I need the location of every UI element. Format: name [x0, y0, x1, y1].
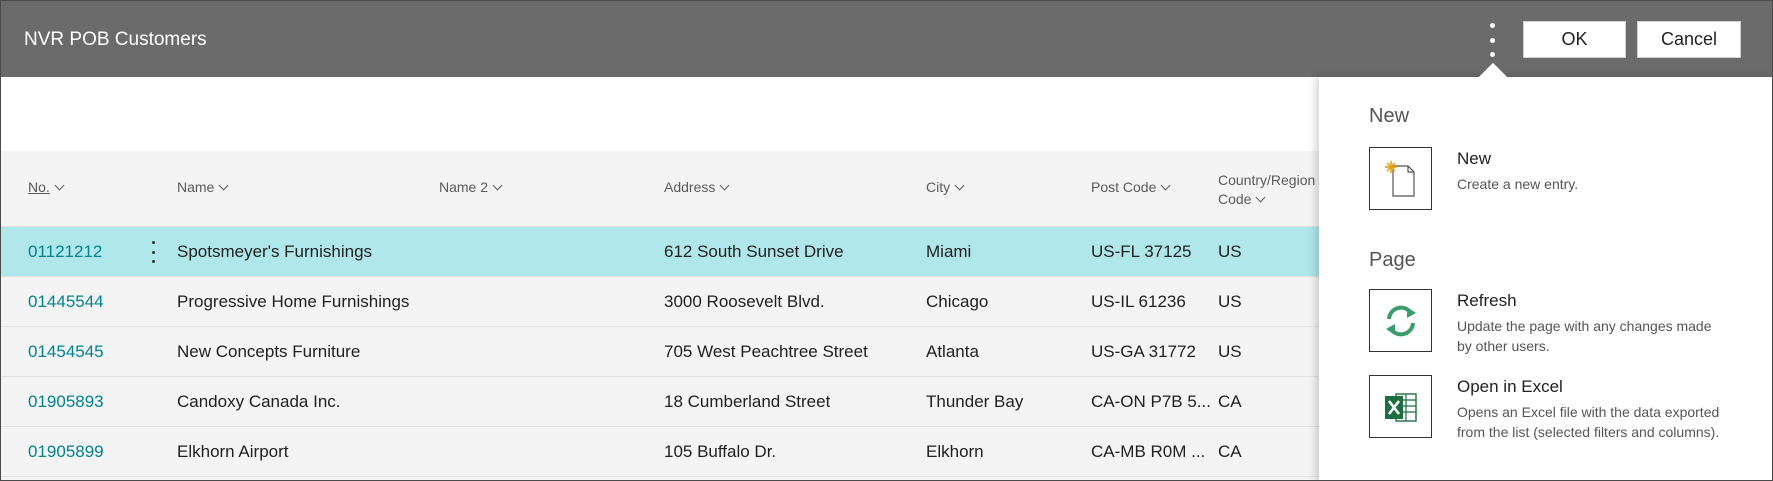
chevron-down-icon: [218, 180, 229, 190]
refresh-action[interactable]: Refresh Update the page with any changes…: [1369, 289, 1759, 354]
excel-icon: [1369, 375, 1432, 438]
customer-name: Elkhorn Airport: [177, 441, 289, 461]
customer-list: No. Name Name 2 Address City Post Code C…: [1, 151, 1321, 480]
customer-city: Atlanta: [926, 341, 979, 361]
actions-panel: New New Create a new entry. Page Refresh…: [1319, 77, 1772, 480]
column-header-label: Name 2: [439, 179, 489, 195]
column-header-label: City: [926, 179, 951, 195]
chevron-down-icon: [1160, 180, 1171, 190]
customer-address: 105 Buffalo Dr.: [664, 441, 777, 461]
refresh-action-description: Update the page with any changes made by…: [1457, 318, 1712, 354]
section-title-page: Page: [1369, 249, 1416, 271]
customer-no-link[interactable]: 01905899: [28, 427, 104, 476]
column-header-label: Country/Region: [1218, 172, 1316, 188]
table-row[interactable]: 01905899 Elkhorn Airport 105 Buffalo Dr.…: [1, 427, 1321, 477]
customer-city: Thunder Bay: [926, 391, 1024, 411]
new-action[interactable]: New Create a new entry.: [1369, 147, 1759, 211]
row-actions-icon[interactable]: [149, 241, 157, 263]
customer-name: Spotsmeyer's Furnishings: [177, 241, 373, 261]
toolbar-area: [1, 77, 1321, 151]
customer-country: CA: [1218, 441, 1242, 461]
column-header-post-code[interactable]: Post Code: [1091, 179, 1171, 195]
ok-button[interactable]: OK: [1523, 21, 1626, 58]
table-row[interactable]: 01121212 Spotsmeyer's Furnishings 612 So…: [1, 227, 1321, 277]
customer-address: 18 Cumberland Street: [664, 391, 831, 411]
customer-post-code: US-FL 37125: [1091, 241, 1192, 261]
cancel-button[interactable]: Cancel: [1637, 21, 1741, 58]
dot: [1489, 23, 1495, 28]
open-in-excel-description: Opens an Excel file with the data export…: [1457, 404, 1720, 440]
customer-no-link[interactable]: 01454545: [28, 327, 104, 376]
customer-country: US: [1218, 341, 1242, 361]
customer-country: US: [1218, 241, 1242, 261]
customer-country: US: [1218, 291, 1242, 311]
column-header-address[interactable]: Address: [664, 179, 730, 195]
customer-city: Miami: [926, 241, 972, 261]
customer-no-link[interactable]: 01445544: [28, 277, 104, 326]
dot: [1489, 37, 1495, 43]
table-row[interactable]: 01454545 New Concepts Furniture 705 West…: [1, 327, 1321, 377]
customer-post-code: CA-MB R0M ...: [1091, 441, 1206, 461]
title-bar: NVR POB Customers OK Cancel: [1, 1, 1772, 77]
column-header-label: Code: [1218, 191, 1252, 207]
page-title: NVR POB Customers: [24, 29, 207, 50]
new-action-description: Create a new entry.: [1457, 176, 1579, 192]
column-headers: No. Name Name 2 Address City Post Code C…: [1, 151, 1321, 227]
open-in-excel-label: Open in Excel: [1457, 377, 1563, 396]
column-header-city[interactable]: City: [926, 179, 965, 195]
refresh-action-label: Refresh: [1457, 291, 1517, 310]
customer-no-link[interactable]: 01121212: [28, 227, 102, 276]
customer-no-link[interactable]: 01905893: [28, 377, 104, 426]
table-row[interactable]: 01905893 Candoxy Canada Inc. 18 Cumberla…: [1, 377, 1321, 427]
customer-address: 3000 Roosevelt Blvd.: [664, 291, 825, 311]
dialog-frame: NVR POB Customers OK Cancel No. Name Nam…: [0, 0, 1773, 481]
chevron-down-icon: [719, 180, 730, 190]
column-header-country-region-code[interactable]: Country/Region Code: [1218, 171, 1315, 209]
column-header-label: Name: [177, 179, 215, 195]
customer-post-code: US-IL 61236: [1091, 291, 1186, 311]
customer-post-code: CA-ON P7B 5...: [1091, 391, 1211, 411]
column-header-label: Post Code: [1091, 179, 1157, 195]
chevron-down-icon: [54, 180, 65, 190]
chevron-down-icon: [954, 180, 965, 190]
customer-name: Candoxy Canada Inc.: [177, 391, 341, 411]
more-actions-button[interactable]: [1477, 19, 1507, 61]
customer-address: 705 West Peachtree Street: [664, 341, 868, 361]
customer-city: Chicago: [926, 291, 989, 311]
new-document-icon: [1369, 147, 1432, 210]
column-header-name[interactable]: Name: [177, 179, 229, 195]
customer-post-code: US-GA 31772: [1091, 341, 1196, 361]
column-header-label: Address: [664, 179, 716, 195]
table-row[interactable]: 01445544 Progressive Home Furnishings 30…: [1, 277, 1321, 327]
new-action-label: New: [1457, 149, 1492, 168]
customer-city: Elkhorn: [926, 441, 984, 461]
customer-address: 612 South Sunset Drive: [664, 241, 844, 261]
customer-name: New Concepts Furniture: [177, 341, 361, 361]
column-header-name-2[interactable]: Name 2: [439, 179, 503, 195]
column-header-no[interactable]: No.: [28, 179, 65, 195]
chevron-down-icon: [1256, 192, 1266, 203]
column-header-label: No.: [28, 179, 50, 195]
section-title-new: New: [1369, 105, 1410, 127]
refresh-icon: [1369, 289, 1432, 352]
dot: [1489, 52, 1495, 57]
customer-name: Progressive Home Furnishings: [177, 291, 410, 311]
open-in-excel-action[interactable]: Open in Excel Opens an Excel file with t…: [1369, 375, 1759, 440]
chevron-down-icon: [492, 180, 503, 190]
customer-country: CA: [1218, 391, 1242, 411]
